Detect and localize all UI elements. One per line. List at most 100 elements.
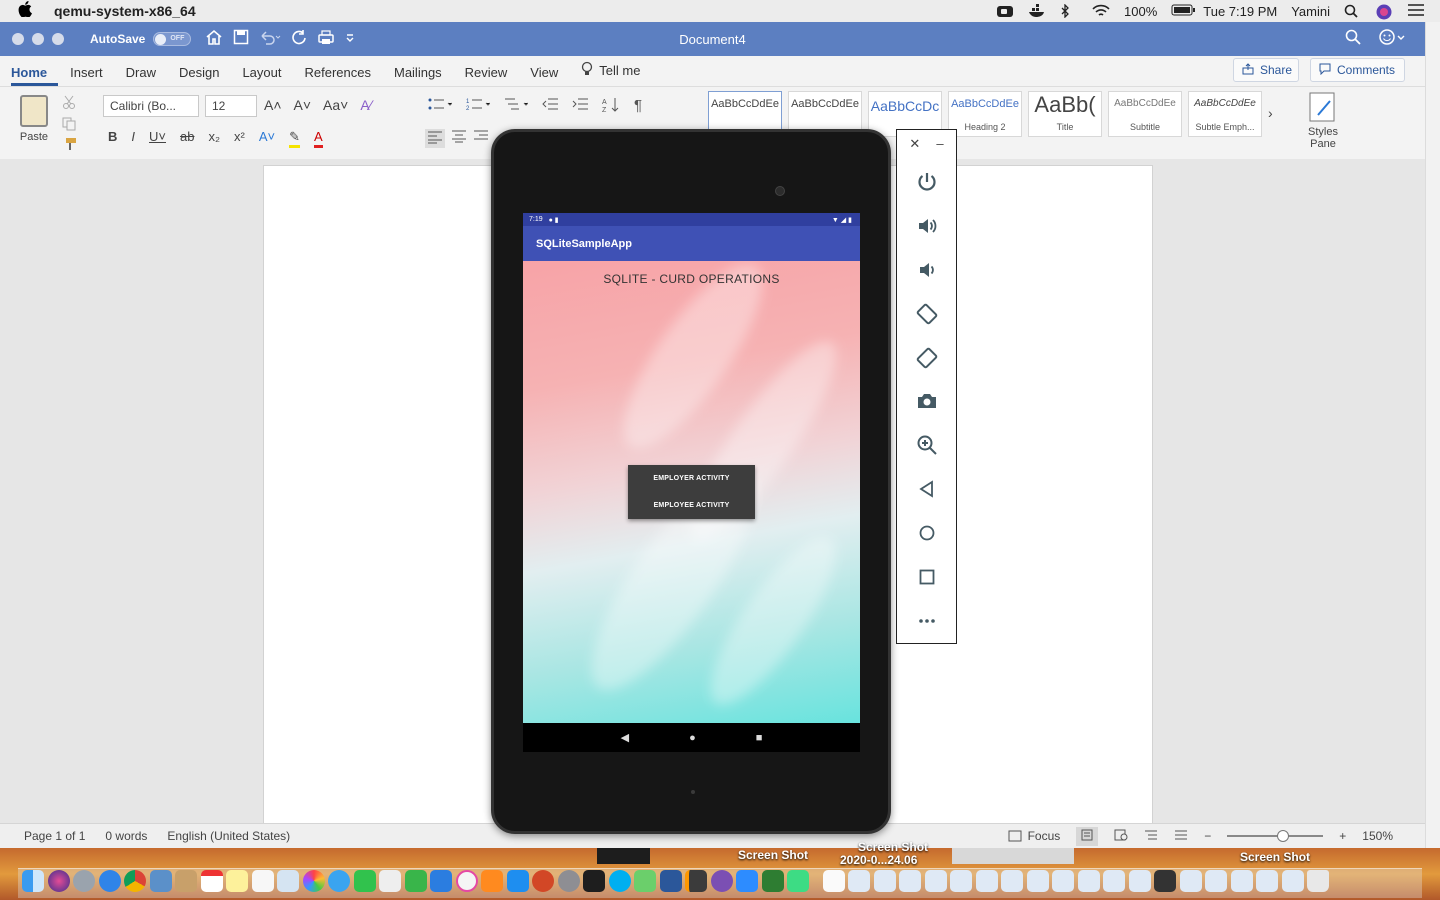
terminal-window-icon[interactable] bbox=[1154, 870, 1176, 892]
app-store-icon[interactable] bbox=[506, 870, 529, 892]
sort-icon[interactable]: AZ bbox=[602, 97, 620, 116]
tab-draw[interactable]: Draw bbox=[126, 65, 167, 86]
notification-center-icon[interactable] bbox=[1408, 4, 1426, 18]
autosave-toggle[interactable]: OFF bbox=[153, 32, 192, 46]
feedback-smiley-icon[interactable] bbox=[1379, 29, 1405, 49]
cut-icon[interactable] bbox=[62, 95, 76, 112]
active-app-name[interactable]: qemu-system-x86_64 bbox=[54, 3, 196, 19]
shrink-font-icon[interactable]: A˅ bbox=[294, 97, 312, 113]
bold-icon[interactable]: B bbox=[108, 129, 117, 148]
grow-font-icon[interactable]: A˄ bbox=[264, 97, 282, 113]
show-formatting-marks-icon[interactable]: ¶ bbox=[634, 97, 642, 116]
increase-indent-icon[interactable] bbox=[572, 97, 588, 116]
vertical-scrollbar[interactable] bbox=[1425, 22, 1440, 848]
dock-label-screenshot[interactable]: Screen Shot bbox=[738, 848, 808, 862]
dock-label-screenshot[interactable]: Screen Shot bbox=[1240, 850, 1310, 864]
language-indicator[interactable]: English (United States) bbox=[167, 829, 290, 843]
screenshot-file-icon[interactable] bbox=[1077, 870, 1100, 892]
highlight-color-icon[interactable]: ✎ bbox=[289, 129, 301, 148]
zoom-slider[interactable] bbox=[1227, 830, 1324, 842]
close-window-button[interactable] bbox=[12, 33, 24, 45]
docker-icon[interactable] bbox=[1028, 4, 1046, 18]
apple-menu-icon[interactable] bbox=[18, 1, 40, 21]
align-right-icon[interactable] bbox=[473, 129, 489, 148]
font-color-icon[interactable]: A bbox=[314, 129, 323, 148]
keynote-icon[interactable] bbox=[430, 870, 452, 892]
spotlight-search-icon[interactable] bbox=[1344, 4, 1362, 18]
text-effects-icon[interactable]: A˅ bbox=[259, 129, 275, 148]
volume-down-button[interactable] bbox=[897, 248, 956, 292]
subscript-icon[interactable]: x₂ bbox=[208, 129, 220, 148]
style-subtitle[interactable]: AaBbCcDdEe Subtitle bbox=[1108, 91, 1182, 137]
tell-me-search[interactable]: Tell me bbox=[581, 61, 651, 86]
minimize-icon[interactable]: – bbox=[936, 136, 943, 160]
more-button[interactable] bbox=[897, 599, 956, 643]
android-recents-icon[interactable]: ■ bbox=[756, 732, 763, 744]
zoom-window-button[interactable] bbox=[52, 33, 64, 45]
screenshot-file-icon[interactable] bbox=[1103, 870, 1125, 892]
home-icon[interactable] bbox=[205, 29, 223, 50]
zoom-out-icon[interactable]: − bbox=[1204, 829, 1211, 843]
tab-review[interactable]: Review bbox=[465, 65, 519, 86]
zoom-button[interactable] bbox=[897, 423, 956, 467]
multilevel-list-icon[interactable] bbox=[504, 97, 529, 116]
maps-icon[interactable] bbox=[634, 870, 656, 892]
reminders-icon[interactable] bbox=[251, 870, 274, 892]
calendar-icon[interactable] bbox=[200, 870, 223, 892]
close-icon[interactable]: ✕ bbox=[909, 136, 920, 160]
numbers-icon[interactable] bbox=[404, 870, 427, 892]
system-preferences-icon[interactable] bbox=[557, 870, 580, 892]
notes-icon[interactable] bbox=[226, 870, 248, 892]
back-button[interactable] bbox=[897, 467, 956, 511]
menu-item-employee-activity[interactable]: EMPLOYEE ACTIVITY bbox=[628, 492, 755, 519]
minimize-window-button[interactable] bbox=[32, 33, 44, 45]
rotate-right-button[interactable] bbox=[897, 336, 956, 380]
chrome-icon[interactable] bbox=[124, 870, 146, 892]
facetime-icon[interactable] bbox=[996, 4, 1014, 18]
tab-design[interactable]: Design bbox=[179, 65, 230, 86]
save-icon[interactable] bbox=[233, 29, 249, 50]
siri-icon[interactable] bbox=[1376, 4, 1394, 20]
battery-icon[interactable] bbox=[1171, 4, 1196, 18]
page-count[interactable]: Page 1 of 1 bbox=[24, 829, 85, 843]
dock-window-thumbnail[interactable] bbox=[952, 848, 1074, 864]
outline-view-icon[interactable] bbox=[1144, 829, 1158, 844]
tab-mailings[interactable]: Mailings bbox=[394, 65, 453, 86]
underline-icon[interactable]: U˅ bbox=[149, 129, 166, 148]
bullets-icon[interactable] bbox=[428, 97, 453, 116]
screenshot-file-icon[interactable] bbox=[873, 870, 896, 892]
screenshot-file-icon[interactable] bbox=[924, 870, 947, 892]
screenshot-file-icon[interactable] bbox=[1179, 870, 1202, 892]
undo-icon[interactable] bbox=[259, 29, 281, 50]
screenshot-file-icon[interactable] bbox=[1001, 870, 1023, 892]
comments-button[interactable]: Comments bbox=[1310, 58, 1405, 82]
powerpoint-icon[interactable] bbox=[532, 870, 554, 892]
zoom-in-icon[interactable]: + bbox=[1339, 829, 1346, 843]
style-heading-2[interactable]: AaBbCcDdEe Heading 2 bbox=[948, 91, 1022, 137]
superscript-icon[interactable]: x² bbox=[234, 129, 245, 148]
redo-icon[interactable] bbox=[291, 29, 307, 50]
android-back-icon[interactable]: ◀ bbox=[621, 731, 629, 744]
screenshot-file-icon[interactable] bbox=[1205, 870, 1227, 892]
decrease-indent-icon[interactable] bbox=[542, 97, 558, 116]
styles-more-chevron-icon[interactable]: › bbox=[1268, 91, 1273, 137]
bluetooth-icon[interactable] bbox=[1060, 3, 1078, 19]
clear-formatting-icon[interactable]: A∕ bbox=[360, 97, 372, 113]
facetime-icon[interactable] bbox=[353, 870, 376, 892]
strikethrough-icon[interactable]: ab bbox=[180, 129, 194, 148]
photo-booth-icon[interactable] bbox=[277, 870, 299, 892]
home-button[interactable] bbox=[897, 511, 956, 555]
emulator-icon[interactable] bbox=[787, 870, 809, 892]
screenshot-file-icon[interactable] bbox=[1256, 870, 1278, 892]
align-center-icon[interactable] bbox=[451, 129, 467, 148]
italic-icon[interactable]: I bbox=[131, 129, 135, 148]
tab-insert[interactable]: Insert bbox=[70, 65, 114, 86]
preview-icon[interactable] bbox=[149, 870, 172, 892]
rotate-left-button[interactable] bbox=[897, 292, 956, 336]
tab-view[interactable]: View bbox=[530, 65, 569, 86]
tab-references[interactable]: References bbox=[305, 65, 382, 86]
battery-percent[interactable]: 100% bbox=[1124, 4, 1157, 19]
github-desktop-icon[interactable] bbox=[710, 870, 733, 892]
zoom-level[interactable]: 150% bbox=[1362, 829, 1393, 843]
menubar-user[interactable]: Yamini bbox=[1291, 4, 1330, 19]
